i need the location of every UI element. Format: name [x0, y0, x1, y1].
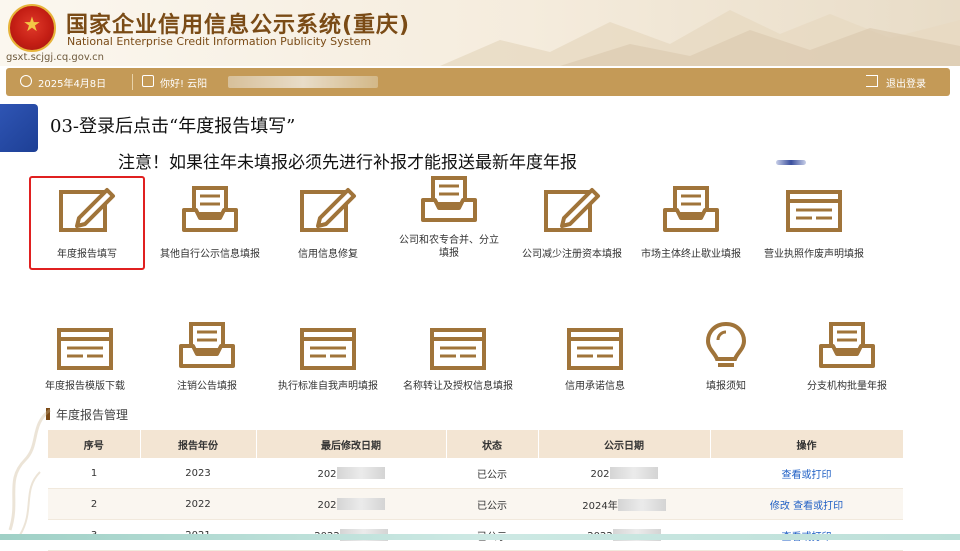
tile-merger-split[interactable]: 公司和农专合并、分立 填报 [389, 170, 509, 270]
inbox-list-icon [179, 322, 235, 368]
inbox-list-icon [182, 186, 238, 232]
tile-label: 注销公告填报 [177, 381, 237, 392]
col-header: 公示日期 [538, 430, 711, 458]
redacted-value [336, 497, 385, 510]
clock-icon [20, 75, 32, 87]
tile-termination[interactable]: 市场主体终止歇业填报 [631, 178, 751, 278]
document-card-icon [57, 328, 113, 370]
tile-standard-declaration[interactable]: 执行标准自我声明填报 [268, 318, 388, 418]
tile-label: 营业执照作废声明填报 [764, 249, 864, 260]
tile-license-void[interactable]: 营业执照作废声明填报 [754, 178, 874, 278]
bottom-strip [0, 534, 960, 540]
divider [132, 74, 133, 90]
tile-filing-notes[interactable]: 填报须知 [666, 318, 786, 418]
step-instruction: 03-登录后点击“年度报告填写” [50, 116, 296, 137]
table-header-row: 序号 报告年份 最后修改日期 状态 公示日期 操作 [48, 430, 904, 458]
tile-label: 执行标准自我声明填报 [278, 381, 378, 392]
cell-year: 2023 [140, 458, 256, 489]
document-card-icon [567, 328, 623, 370]
cell-status: 已公示 [446, 458, 538, 489]
view-print-link[interactable]: 查看或打印 [793, 501, 843, 512]
redacted-username [228, 76, 378, 88]
cell-action: 查看或打印 [710, 458, 903, 489]
inbox-list-icon [663, 186, 719, 232]
col-header: 报告年份 [140, 430, 257, 458]
cell-published: 2024年 [538, 488, 710, 520]
document-card-icon [300, 328, 356, 370]
edit-icon [300, 188, 356, 232]
tile-label: 公司和农专合并、分立 填报 [399, 235, 499, 259]
site-url: gsxt.scjgj.cq.gov.cn [6, 52, 105, 63]
decorative-watermark [8, 408, 51, 536]
view-print-link[interactable]: 查看或打印 [782, 470, 832, 481]
document-card-icon [430, 328, 486, 370]
cell-action: 修改 查看或打印 [710, 488, 903, 520]
tile-credit-repair[interactable]: 信用信息修复 [268, 178, 388, 278]
table-row: 2 2022 202 已公示 2024年 修改 查看或打印 [48, 488, 903, 520]
tile-label: 市场主体终止歇业填报 [641, 249, 741, 260]
cell-modified: 202 [256, 458, 446, 489]
tile-name-transfer[interactable]: 名称转让及授权信息填报 [398, 318, 518, 418]
inbox-list-icon [421, 176, 477, 222]
mountain-backdrop [440, 10, 960, 66]
lightbulb-icon [705, 321, 747, 367]
modify-link[interactable]: 修改 [770, 501, 790, 512]
slide-accent-block [0, 104, 38, 152]
site-header: ★ 国家企业信用信息公示系统(重庆) National Enterprise C… [0, 0, 960, 66]
tile-cancellation-notice[interactable]: 注销公告填报 [147, 318, 267, 418]
tile-label: 信用承诺信息 [565, 381, 625, 392]
redacted-value [617, 498, 666, 511]
annual-report-table: 序号 报告年份 最后修改日期 状态 公示日期 操作 1 2023 202 已公示… [48, 430, 904, 551]
site-title-english: National Enterprise Credit Information P… [67, 35, 372, 48]
cell-published: 202 [538, 458, 710, 489]
edit-icon [544, 188, 600, 232]
tile-branch-batch[interactable]: 分支机构批量年报 [787, 318, 907, 418]
tile-label: 填报须知 [706, 381, 746, 392]
cell-modified: 202 [256, 488, 446, 520]
redacted-value [609, 466, 658, 479]
tile-label: 分支机构批量年报 [807, 381, 887, 392]
cell-status: 已公示 [446, 488, 538, 520]
decorative-dash [776, 160, 806, 165]
highlight-box [29, 176, 145, 270]
inbox-list-icon [819, 322, 875, 368]
tile-label: 信用信息修复 [298, 249, 358, 260]
col-header: 操作 [710, 430, 904, 458]
user-icon [142, 75, 154, 87]
current-date: 2025年4月8日 [38, 79, 107, 90]
col-header: 状态 [446, 430, 539, 458]
greeting: 你好! 云阳 [160, 79, 208, 90]
tile-label: 年度报告模版下载 [45, 381, 125, 392]
tile-label: 名称转让及授权信息填报 [403, 381, 513, 392]
table-row: 1 2023 202 已公示 202 查看或打印 [48, 458, 903, 489]
tile-other-disclosure[interactable]: 其他自行公示信息填报 [150, 178, 270, 278]
col-header: 最后修改日期 [256, 430, 447, 458]
national-emblem-icon: ★ [8, 4, 56, 52]
tile-capital-reduction[interactable]: 公司减少注册资本填报 [512, 178, 632, 278]
cell-year: 2022 [140, 488, 256, 520]
logout-link[interactable]: 退出登录 [886, 75, 926, 90]
tile-credit-commitment[interactable]: 信用承诺信息 [535, 318, 655, 418]
user-bar: 2025年4月8日 你好! 云阳 退出登录 [6, 68, 950, 96]
logout-icon[interactable] [866, 75, 878, 87]
document-card-icon [786, 190, 842, 232]
redacted-value [336, 466, 385, 479]
